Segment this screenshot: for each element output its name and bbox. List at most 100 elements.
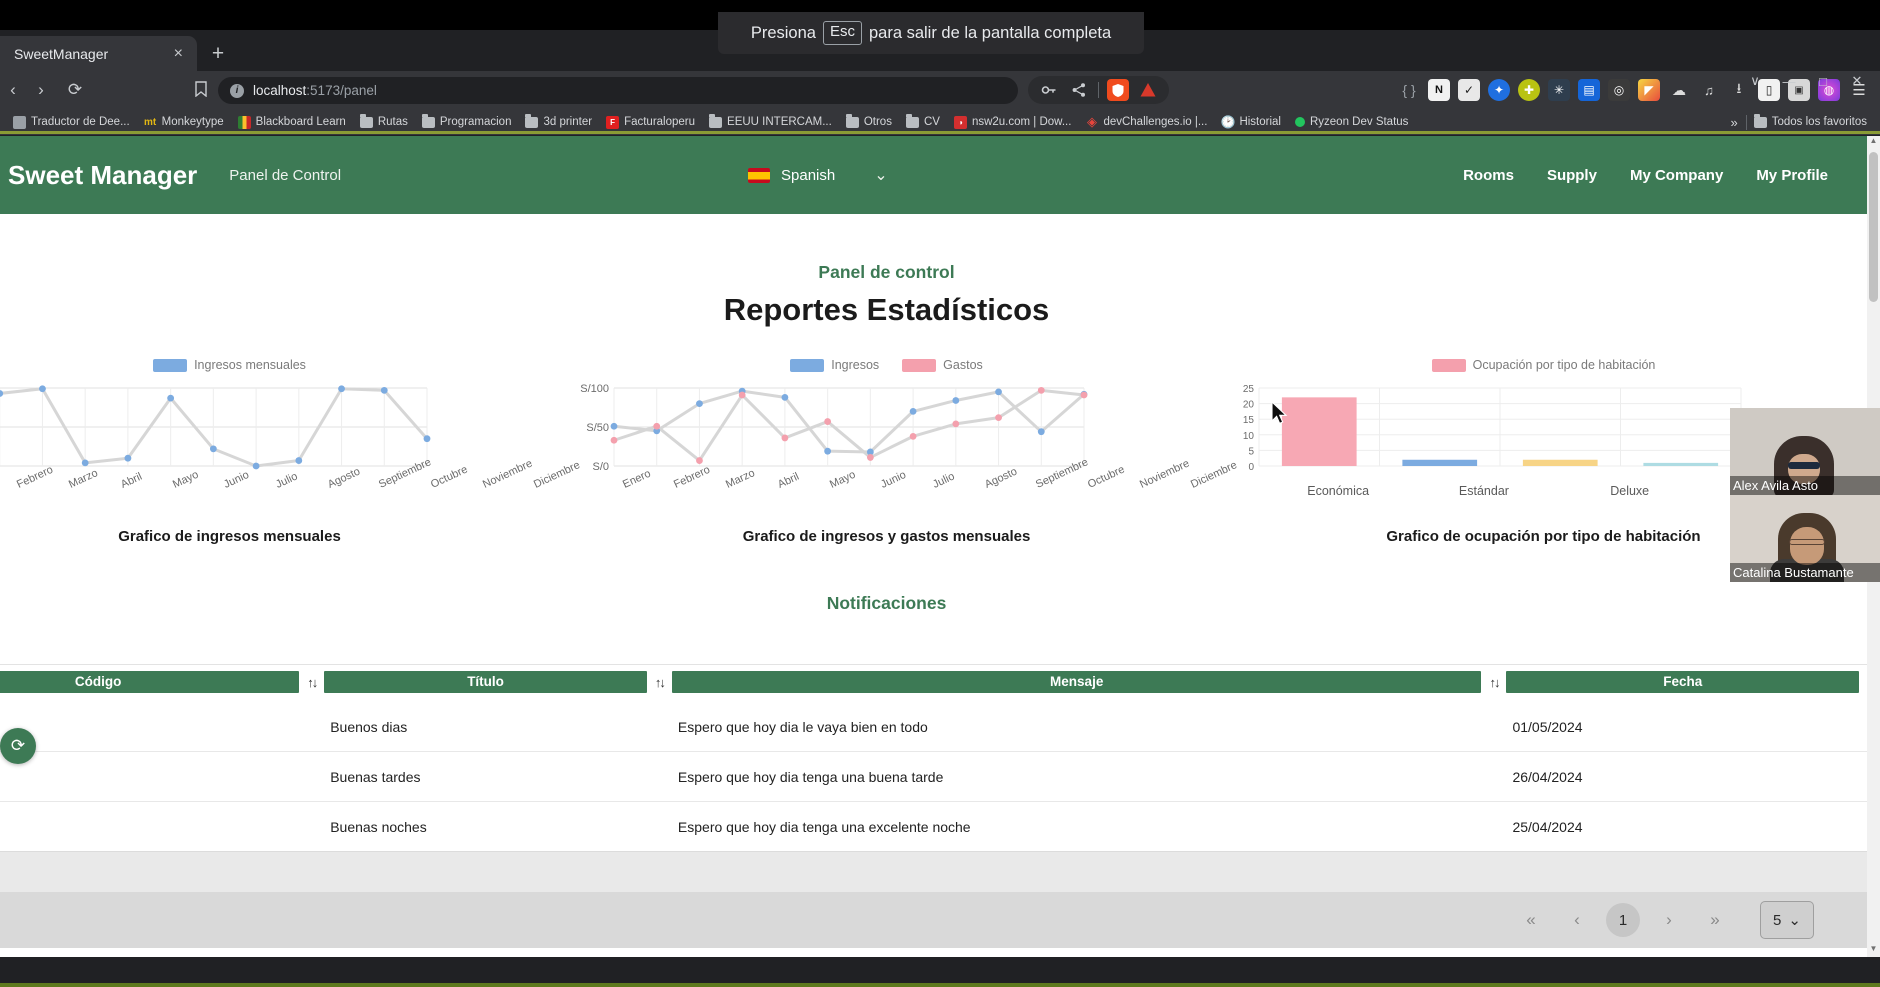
folder-icon — [905, 114, 919, 128]
cell-mensaje: Espero que hoy dia tenga una excelente n… — [667, 801, 1503, 851]
nav-item-my-company[interactable]: My Company — [1630, 167, 1723, 184]
prev-page-button[interactable]: ‹ — [1554, 910, 1600, 930]
all-bookmarks-button[interactable]: Todos los favoritos — [1747, 114, 1874, 130]
browser-tab[interactable]: SweetManager × — [0, 36, 197, 71]
bookmark-item[interactable]: 🕑 Historial — [1214, 114, 1288, 131]
key-icon[interactable] — [1038, 79, 1060, 101]
page-heading: Panel de control Reportes Estadísticos — [0, 214, 1880, 328]
devchallenges-icon: ◈ — [1086, 114, 1097, 129]
language-selector[interactable]: Spanish ⌄ — [748, 165, 888, 185]
chart-legend: Ocupación por tipo de habitación — [1229, 354, 1858, 376]
first-page-button[interactable]: « — [1508, 910, 1554, 930]
table-row[interactable]: Buenas tardes Espero que hoy dia tenga u… — [0, 751, 1880, 802]
blue-note-icon[interactable]: ▤ — [1578, 79, 1600, 101]
bookmark-item[interactable]: CV — [899, 114, 947, 130]
refresh-button[interactable]: ⟳ — [0, 728, 36, 764]
sort-updown-icon[interactable]: ↑↓ — [307, 675, 318, 690]
table-total-label: n total hay 3 — [0, 851, 1880, 892]
camera-tile[interactable]: Catalina Bustamante — [1730, 495, 1880, 582]
close-window-button[interactable]: ✕ — [1842, 68, 1872, 94]
bookmark-item[interactable]: mt Monkeytype — [137, 114, 231, 131]
cell-codigo — [0, 751, 321, 802]
bookmark-star-icon[interactable] — [186, 81, 216, 102]
music-icon[interactable]: ♫ — [1698, 79, 1720, 101]
next-page-button[interactable]: › — [1646, 910, 1692, 930]
camera-tile[interactable]: Alex Avila Asto — [1730, 408, 1880, 495]
bookmark-item[interactable]: Rutas — [353, 114, 415, 130]
forward-icon[interactable]: › — [26, 80, 56, 100]
bookmark-item[interactable]: Ryzeon Dev Status — [1288, 114, 1415, 130]
chevron-down-icon[interactable]: ⌄ — [874, 165, 887, 185]
chart-title: Grafico de ingresos y gastos mensuales — [742, 528, 1031, 545]
table-header-codigo[interactable]: Código ↑↓ — [0, 665, 320, 702]
sort-updown-icon[interactable]: ↑↓ — [1489, 675, 1500, 690]
chevron-down-icon[interactable]: ∨ — [1740, 68, 1770, 94]
bookmark-item[interactable]: ◈ devChallenges.io |... — [1078, 114, 1214, 131]
brave-shield-icon[interactable] — [1107, 79, 1129, 101]
notion-icon[interactable]: N — [1428, 79, 1450, 101]
reload-icon[interactable]: ⟳ — [60, 80, 90, 100]
bookmark-item[interactable]: Blackboard Learn — [231, 114, 353, 131]
cell-titulo: Buenas noches — [320, 801, 668, 851]
spider-icon[interactable]: ✳ — [1548, 79, 1570, 101]
eye-icon[interactable]: ◎ — [1608, 79, 1630, 101]
scroll-up-icon[interactable]: ▲ — [1867, 136, 1880, 149]
app-brand: Sweet Manager — [8, 159, 198, 190]
table-header-mensaje[interactable]: Mensaje ↑↓ — [668, 665, 1503, 702]
legend-entry: Ingresos — [790, 358, 879, 372]
page-size-value: 5 — [1773, 911, 1782, 929]
colorpick-icon[interactable]: ◤ — [1638, 79, 1660, 101]
bookmark-item[interactable]: Traductor de Dee... — [6, 114, 137, 131]
svg-text:20: 20 — [1243, 400, 1255, 411]
chart-legend: Ingresos Gastos — [572, 354, 1201, 376]
bookmark-label: EEUU INTERCAM... — [727, 116, 832, 128]
legend-label: Ocupación por tipo de habitación — [1472, 358, 1656, 372]
address-bar[interactable]: i localhost:5173/panel — [218, 77, 1018, 104]
bookmark-item[interactable]: F Facturaloperu — [599, 114, 702, 131]
folder-icon — [709, 114, 723, 128]
notifications-heading: Notificaciones — [826, 593, 947, 613]
bookmark-item[interactable]: Programacion — [415, 114, 519, 130]
x-tick-label: Estándar — [1458, 484, 1509, 498]
nsw2u-icon: ◑ — [953, 115, 967, 129]
dropbox-icon[interactable]: ✦ — [1488, 79, 1510, 101]
table-body: Buenos dias Espero que hoy dia le vaya b… — [0, 702, 1880, 851]
bookmark-item[interactable]: 3d printer — [518, 114, 599, 130]
table-row[interactable]: Buenas noches Espero que hoy dia tenga u… — [0, 801, 1880, 851]
back-icon[interactable]: ‹ — [0, 80, 26, 100]
share-icon[interactable] — [1068, 79, 1090, 101]
adblock-icon[interactable] — [1137, 79, 1159, 101]
folder-icon — [1753, 114, 1767, 128]
nav-item-rooms[interactable]: Rooms — [1463, 167, 1514, 184]
bookmark-item[interactable]: EEUU INTERCAM... — [702, 114, 839, 130]
scrollbar-thumb[interactable] — [1869, 152, 1878, 302]
page-size-select[interactable]: 5 ⌄ — [1760, 901, 1814, 939]
sort-updown-icon[interactable]: ↑↓ — [655, 675, 666, 690]
table-header-fecha[interactable]: Fecha ↑↓ — [1502, 665, 1880, 702]
chevron-down-icon: ⌄ — [1788, 912, 1801, 929]
ghost-icon[interactable]: ☁ — [1668, 79, 1690, 101]
bookmark-item[interactable]: Otros — [839, 114, 899, 130]
table-row[interactable]: Buenos dias Espero que hoy dia le vaya b… — [0, 702, 1880, 752]
scroll-down-icon[interactable]: ▼ — [1867, 944, 1880, 957]
current-page-button[interactable]: 1 — [1606, 903, 1640, 937]
site-info-icon[interactable]: i — [230, 83, 244, 98]
bookmark-item[interactable]: ◑ nsw2u.com | Dow... — [947, 114, 1079, 131]
table-header-titulo[interactable]: Título ↑↓ — [320, 665, 668, 702]
cell-fecha: 26/04/2024 — [1502, 751, 1880, 802]
facturalo-icon: F — [606, 115, 620, 129]
nav-item-my-profile[interactable]: My Profile — [1756, 167, 1828, 184]
new-tab-button[interactable]: + — [207, 43, 229, 64]
todo-check-icon[interactable]: ✓ — [1458, 79, 1480, 101]
maximize-button[interactable]: □ — [1808, 68, 1838, 94]
braces-icon[interactable]: { } — [1398, 79, 1420, 101]
esc-key-hint: Esc — [822, 21, 862, 45]
nav-item-supply[interactable]: Supply — [1547, 167, 1597, 184]
close-icon[interactable]: × — [169, 44, 188, 64]
last-page-button[interactable]: » — [1692, 910, 1738, 930]
bookmarks-overflow-button[interactable]: » — [1723, 115, 1746, 130]
bitwarden-icon[interactable]: ✚ — [1518, 79, 1540, 101]
cell-mensaje: Espero que hoy dia tenga una buena tarde — [667, 751, 1503, 802]
minimize-button[interactable]: — — [1774, 68, 1804, 94]
folder-icon — [845, 114, 859, 128]
